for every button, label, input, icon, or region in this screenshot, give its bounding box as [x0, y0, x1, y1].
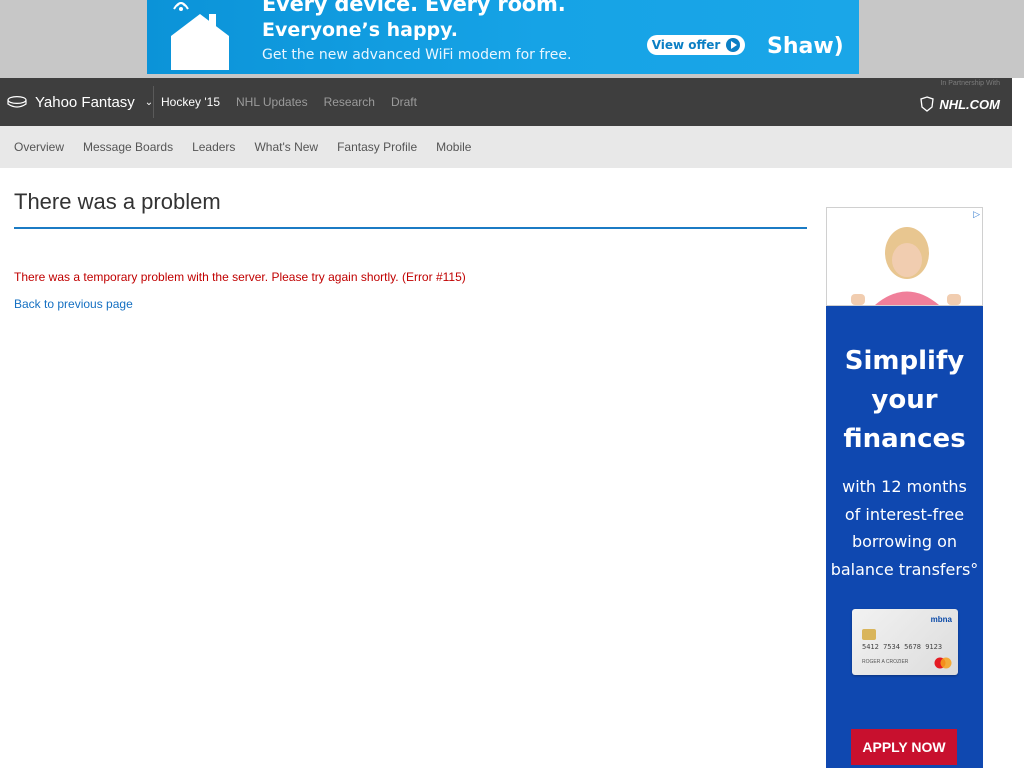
sub-nav-fantasy-profile[interactable]: Fantasy Profile — [337, 140, 417, 154]
house-icon — [171, 2, 229, 70]
ad-body-line: of interest-free — [844, 504, 965, 524]
nav-link-draft[interactable]: Draft — [391, 95, 417, 109]
play-icon — [726, 38, 741, 52]
ad-photo: ▷ — [826, 207, 983, 306]
banner-subtext: Get the new advanced WiFi modem for free… — [262, 47, 572, 63]
ad-body-line: balance transfers° — [830, 559, 979, 579]
view-offer-label: View offer — [651, 38, 721, 52]
mastercard-icon — [934, 657, 952, 669]
page-title: There was a problem — [14, 189, 221, 214]
nhl-logo[interactable]: NHL.COM — [919, 96, 1000, 112]
banner-zone: Every device. Every room. Everyone’s hap… — [0, 0, 1024, 78]
adchoices-icon[interactable]: ▷ — [973, 209, 980, 220]
card-issuer: mbna — [930, 615, 952, 624]
top-nav: Yahoo Fantasy ⌄ Hockey '15 NHL Updates R… — [0, 78, 1012, 126]
ad-body-line: borrowing on — [851, 532, 958, 551]
ad-headline-line: your — [871, 385, 938, 415]
sub-nav-leaders[interactable]: Leaders — [192, 140, 235, 154]
nav-link-nhl-updates[interactable]: NHL Updates — [236, 95, 308, 109]
card-holder: ROGER A CROZIER — [862, 659, 909, 665]
ad-body: with 12 months of interest-free borrowin… — [826, 473, 983, 583]
app-name: Yahoo Fantasy — [35, 93, 135, 111]
woman-photo-image — [827, 208, 982, 305]
sub-nav-whats-new[interactable]: What's New — [254, 140, 318, 154]
ad-headline: Simplify your finances — [826, 342, 983, 459]
banner-headline-2: Everyone’s happy. — [262, 19, 459, 41]
yahoo-fantasy-menu[interactable]: Yahoo Fantasy ⌄ — [7, 78, 153, 126]
nav-link-hockey[interactable]: Hockey '15 — [161, 95, 220, 109]
sub-nav: Overview Message Boards Leaders What's N… — [0, 126, 1012, 168]
nhl-shield-icon — [920, 96, 935, 112]
nav-link-research[interactable]: Research — [324, 95, 375, 109]
nhl-brand-text: NHL.COM — [939, 96, 1000, 112]
ad-headline-line: finances — [843, 424, 966, 454]
puck-icon — [7, 96, 27, 108]
card-number: 5412 7534 5678 9123 — [862, 643, 943, 651]
sub-nav-overview[interactable]: Overview — [14, 140, 64, 154]
title-divider — [14, 227, 807, 229]
sub-nav-mobile[interactable]: Mobile — [436, 140, 471, 154]
back-to-previous-link[interactable]: Back to previous page — [14, 297, 133, 311]
error-message: There was a temporary problem with the s… — [14, 270, 466, 284]
sidebar-ad[interactable]: ▷ Simplify your finances with 12 months … — [826, 207, 983, 768]
nav-divider — [153, 86, 154, 118]
banner-ad[interactable]: Every device. Every room. Everyone’s hap… — [147, 0, 859, 74]
view-offer-button[interactable]: View offer — [647, 35, 745, 55]
credit-card-image: mbna 5412 7534 5678 9123 ROGER A CROZIER — [852, 609, 958, 675]
top-nav-links: Hockey '15 NHL Updates Research Draft — [161, 78, 417, 126]
banner-headline-1: Every device. Every room. — [262, 0, 566, 16]
ad-body-line: with 12 months — [842, 477, 967, 496]
sub-nav-message-boards[interactable]: Message Boards — [83, 140, 173, 154]
partner-text: In Partnership With — [940, 80, 1000, 87]
ad-headline-line: Simplify — [844, 346, 965, 376]
shaw-logo: Shaw) — [767, 34, 844, 59]
chevron-down-icon: ⌄ — [144, 96, 154, 108]
card-chip — [862, 629, 876, 640]
apply-now-button[interactable]: APPLY NOW — [851, 729, 957, 765]
